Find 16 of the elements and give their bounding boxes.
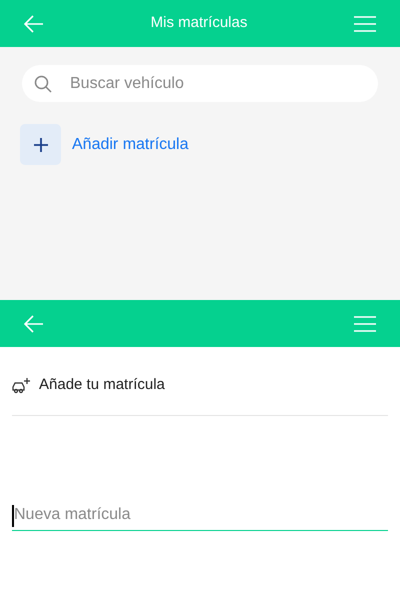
menu-icon [354, 16, 376, 32]
car-plus-icon [12, 376, 31, 394]
section-label: Añade tu matrícula [39, 375, 165, 395]
menu-button[interactable] [354, 14, 376, 32]
back-button[interactable] [24, 314, 44, 334]
search-icon [34, 75, 52, 93]
back-arrow-icon [24, 314, 44, 332]
search-field[interactable]: Buscar vehículo [22, 65, 378, 102]
plate-input-field[interactable]: Nueva matrícula [12, 500, 388, 530]
back-button[interactable] [24, 14, 44, 34]
add-plate-button[interactable]: Añadir matrícula [20, 124, 188, 165]
header-title: Mis matrículas [150, 13, 248, 34]
menu-icon [354, 316, 376, 332]
plus-icon [20, 124, 61, 165]
back-arrow-icon [24, 14, 44, 32]
menu-button[interactable] [354, 314, 376, 332]
